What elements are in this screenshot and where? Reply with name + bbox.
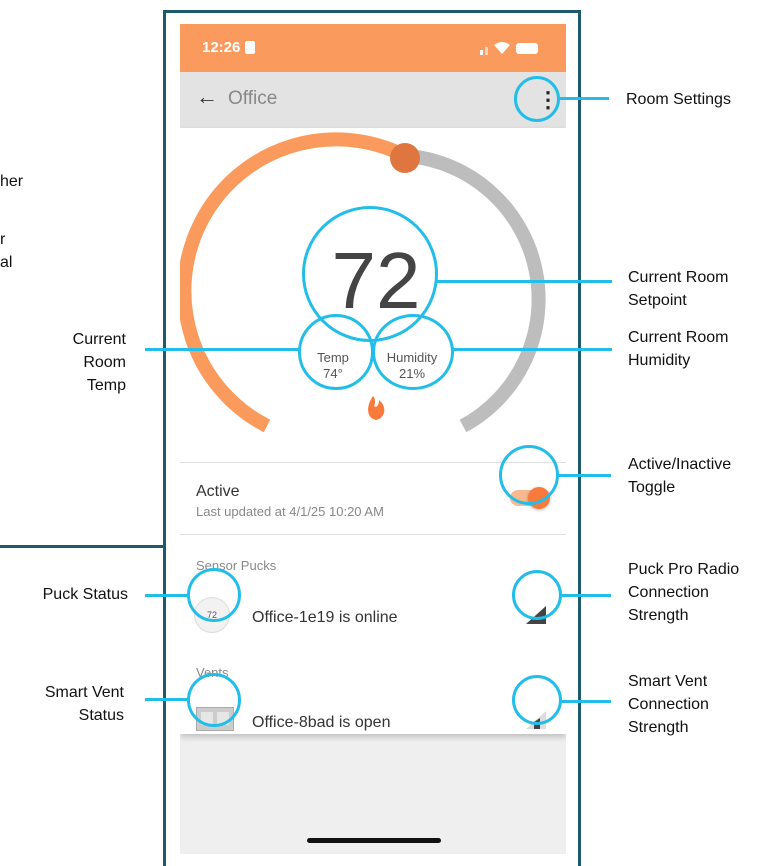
callout-vent-status: Smart Vent Status <box>44 684 124 724</box>
callout-ring-puck <box>187 568 241 622</box>
vent-name[interactable]: Office-8bad is open <box>252 714 390 732</box>
callout-ring-toggle <box>499 445 559 505</box>
callout-line <box>435 280 612 283</box>
home-indicator <box>307 838 441 843</box>
flame-icon <box>368 396 385 420</box>
status-time: 12:26 <box>202 39 241 56</box>
callout-line <box>559 474 611 477</box>
callout-room-settings: Room Settings <box>626 91 731 108</box>
setpoint-handle <box>390 143 420 173</box>
cropped-text-2: r <box>0 231 6 248</box>
divider <box>180 534 566 535</box>
last-updated: Last updated at 4/1/25 10:20 AM <box>196 504 384 519</box>
callout-ring-settings <box>514 76 560 122</box>
cropped-text-3: al <box>0 254 13 271</box>
callout-toggle: Active/Inactive Toggle <box>628 456 732 496</box>
callout-line <box>561 594 611 597</box>
phone-screen: 12:26 ← Office ⋮ 72 Temp 74° Humidity 21… <box>180 24 566 854</box>
back-arrow-icon[interactable]: ← <box>196 84 218 110</box>
callout-ring-humidity <box>372 314 454 390</box>
frame-connector-line <box>0 545 165 548</box>
callout-puck-radio: Puck Pro Radio Connection Strength <box>628 561 740 624</box>
callout-ring-puck-signal <box>512 570 562 620</box>
puck-name[interactable]: Office-1e19 is online <box>252 609 398 627</box>
callout-vent-connection: Smart Vent Connection Strength <box>628 673 709 736</box>
callout-line <box>559 97 609 100</box>
callout-line <box>145 594 188 597</box>
cropped-text-1: her <box>0 173 24 190</box>
callout-ring-vent-signal <box>512 675 562 725</box>
active-label: Active <box>196 483 240 500</box>
callout-ring-vent <box>187 673 241 727</box>
callout-ring-temp <box>298 314 374 390</box>
callout-temp: Current Room Temp <box>72 331 126 394</box>
page-title: Office <box>228 88 278 109</box>
callout-humidity: Current Room Humidity <box>628 329 729 369</box>
status-bar: 12:26 <box>180 24 566 72</box>
callout-setpoint: Current Room Setpoint <box>628 269 729 309</box>
callout-puck-status: Puck Status <box>42 586 128 603</box>
callout-line <box>145 348 299 351</box>
callout-line <box>145 698 188 701</box>
app-bar: ← Office ⋮ <box>180 72 566 128</box>
notification-icon <box>245 41 255 54</box>
system-icons <box>480 42 538 55</box>
callout-line <box>453 348 612 351</box>
callout-line <box>561 700 611 703</box>
